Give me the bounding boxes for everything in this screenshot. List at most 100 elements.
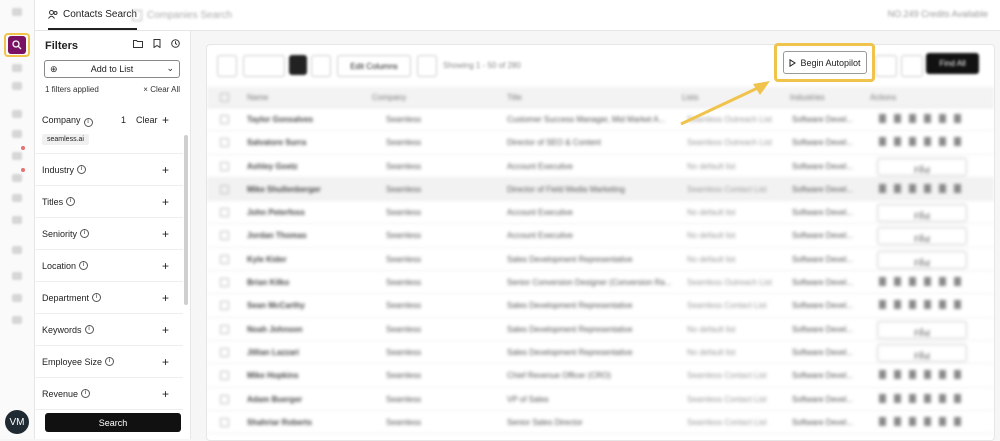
row-checkbox[interactable] (220, 138, 229, 148)
row-checkbox[interactable] (220, 161, 229, 171)
filters-scrollbar[interactable] (184, 135, 188, 305)
row-checkbox[interactable] (220, 208, 229, 218)
contact-action-icons[interactable] (879, 300, 969, 310)
find-button[interactable]: ⌕ Find (877, 204, 967, 223)
column-header[interactable]: Industries (790, 93, 825, 102)
table-row[interactable]: Kyle Kider Seamless Sales Development Repr… (207, 248, 994, 272)
column-header[interactable]: Name (247, 93, 268, 102)
plus-icon[interactable]: + (162, 113, 169, 127)
nav-icon[interactable] (12, 152, 22, 160)
company-name[interactable]: Seamless (372, 348, 506, 357)
add-to-list-dropdown[interactable]: ⊕ Add to List ⌄ (44, 60, 180, 78)
company-name[interactable]: Seamless (372, 371, 506, 380)
nav-icon[interactable] (12, 316, 22, 324)
find-button[interactable]: ⌕ Find (877, 157, 967, 176)
contact-name[interactable]: Salvatore Surra (247, 138, 357, 147)
export-button[interactable] (417, 55, 437, 77)
company-name[interactable]: Seamless (372, 115, 506, 124)
nav-icon[interactable] (12, 216, 22, 224)
contact-name[interactable]: Mike Hopkins (247, 371, 357, 380)
contact-action-icons[interactable] (879, 370, 969, 380)
nav-icon[interactable] (12, 110, 22, 118)
row-checkbox[interactable] (220, 324, 229, 334)
find-button[interactable]: ⌕ Find (877, 250, 967, 269)
nav-icon[interactable] (12, 294, 22, 302)
row-checkbox[interactable] (220, 231, 229, 241)
contact-action-icons[interactable] (879, 277, 969, 287)
row-checkbox[interactable] (220, 417, 229, 427)
search-button[interactable]: Search (45, 413, 181, 432)
plus-icon[interactable]: + (162, 163, 169, 177)
grid-view-button[interactable] (289, 55, 307, 75)
history-icon[interactable] (171, 39, 180, 48)
plus-icon[interactable]: + (162, 355, 169, 369)
table-row[interactable]: John Peterfoss Seamless Account Executive N… (207, 201, 994, 225)
contact-name[interactable]: Brian Kilko (247, 278, 357, 287)
folder-icon[interactable] (133, 39, 143, 48)
row-checkbox[interactable] (220, 278, 229, 288)
contact-name[interactable]: Sean McCarthy (247, 301, 357, 310)
table-row[interactable]: Jordan Thomas Seamless Account Executive No… (207, 224, 994, 248)
contact-name[interactable]: John Peterfoss (247, 208, 357, 217)
contact-name[interactable]: Shahriar Roberts (247, 418, 357, 427)
company-name[interactable]: Seamless (372, 138, 506, 147)
tab-contacts-search[interactable]: Contacts Search (48, 0, 137, 30)
plus-icon[interactable]: + (162, 227, 169, 241)
nav-icon[interactable] (12, 194, 22, 202)
contact-action-icons[interactable] (879, 416, 969, 426)
filter-location[interactable]: Location i + (35, 250, 183, 282)
edit-columns-button[interactable]: Edit Columns (337, 55, 411, 77)
nav-icon[interactable] (12, 130, 22, 138)
table-row[interactable]: Noah Johnson Seamless Sales Development Re… (207, 318, 994, 341)
search-nav-button[interactable] (4, 33, 30, 57)
find-button[interactable]: ⌕ Find (877, 320, 967, 339)
bookmark-icon[interactable] (153, 39, 161, 48)
company-name[interactable]: Seamless (372, 185, 506, 194)
table-row[interactable]: Shahriar Roberts Seamless Senior Sales Dir… (207, 411, 994, 435)
begin-autopilot-button[interactable]: Begin Autopilot (783, 51, 867, 74)
table-row[interactable]: Taylor Gonsalves Seamless Customer Success… (207, 108, 994, 132)
table-row[interactable]: Jillian Lazzari Seamless Sales Development… (207, 341, 994, 365)
contact-name[interactable]: Ashley Goetz (247, 162, 357, 171)
nav-icon[interactable] (12, 64, 22, 72)
row-checkbox[interactable] (220, 301, 229, 311)
send-button[interactable] (901, 55, 923, 77)
collapse-icon[interactable] (12, 8, 22, 16)
table-row[interactable]: Brian Kilko Seamless Senior Conversion Des… (207, 271, 994, 295)
contact-action-icons[interactable] (879, 137, 969, 147)
table-row[interactable]: Mike Hopkins Seamless Chief Revenue Office… (207, 364, 994, 388)
company-name[interactable]: Seamless (372, 418, 506, 427)
nav-icon[interactable] (12, 272, 22, 280)
filter-industry[interactable]: Industry i + (35, 154, 183, 186)
list-view-button[interactable] (311, 55, 331, 77)
filter-keywords[interactable]: Keywords i + (35, 314, 183, 346)
company-name[interactable]: Seamless (372, 162, 506, 171)
find-all-button[interactable]: Find All (926, 53, 979, 74)
filter-company[interactable]: Company i 1 Clear + seamless.ai (35, 101, 183, 154)
filter-seniority[interactable]: Seniority i + (35, 218, 183, 250)
company-name[interactable]: Seamless (372, 208, 506, 217)
contact-name[interactable]: Adam Buerger (247, 395, 357, 404)
contact-name[interactable]: Noah Johnson (247, 325, 357, 334)
tab-companies-search[interactable]: Companies Search (132, 0, 232, 30)
row-checkbox[interactable] (220, 394, 229, 404)
row-checkbox[interactable] (220, 347, 229, 357)
plus-icon[interactable]: + (162, 259, 169, 273)
filter-chip[interactable]: seamless.ai (42, 134, 89, 145)
contact-name[interactable]: Taylor Gonsalves (247, 115, 357, 124)
contact-action-icons[interactable] (879, 114, 969, 123)
contact-action-icons[interactable] (879, 183, 969, 193)
contact-name[interactable]: Jordan Thomas (247, 231, 357, 240)
row-checkbox[interactable] (220, 184, 229, 194)
company-name[interactable]: Seamless (372, 325, 506, 334)
pagination-control[interactable] (243, 55, 285, 77)
contact-action-icons[interactable] (879, 393, 969, 403)
nav-icon[interactable] (12, 82, 22, 90)
find-button[interactable]: ⌕ Find (877, 343, 967, 362)
row-checkbox[interactable] (220, 254, 229, 264)
clear-all-button[interactable]: × Clear All (143, 85, 180, 94)
column-header[interactable]: Lists (682, 93, 698, 102)
column-header[interactable]: Company (372, 93, 406, 102)
filter-revenue[interactable]: Revenue i + (35, 378, 183, 410)
table-row[interactable]: Sean McCarthy Seamless Sales Development R… (207, 294, 994, 318)
